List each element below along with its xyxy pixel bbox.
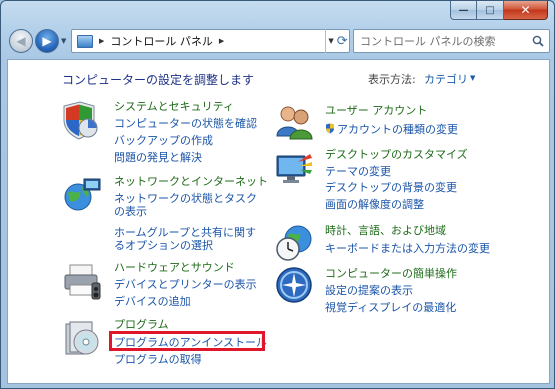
forward-button[interactable]: ▶	[35, 29, 59, 53]
view-by-dropdown[interactable]: カテゴリ	[424, 71, 468, 87]
search-icon[interactable]	[532, 35, 544, 47]
printer-icon	[64, 264, 101, 300]
address-dropdown-icon: ▼	[328, 37, 334, 45]
refresh-button[interactable]: ▼ ⟳	[325, 29, 350, 53]
category-title-programs[interactable]: プログラム	[114, 318, 169, 331]
control-panel-window: — □ ✕ ◀ ▶ ▼ ▶ コントロール パネル ▶ ▼ ⟳ コンピューターの設…	[0, 0, 555, 389]
category-title-clock-language-region[interactable]: 時計、言語、および地域	[325, 224, 446, 237]
refresh-icon: ⟳	[336, 33, 348, 49]
caption-buttons: — □ ✕	[450, 1, 548, 20]
link-homegroup-sharing[interactable]: ホームグループと共有に関するオプションの選択	[114, 226, 266, 252]
link-get-programs[interactable]: プログラムの取得	[114, 353, 202, 366]
clock-globe-icon	[276, 225, 312, 261]
link-change-account-type[interactable]: アカウントの種類の変更	[337, 123, 458, 136]
category-title-system-security[interactable]: システムとセキュリティ	[114, 100, 234, 113]
link-change-keyboard-input[interactable]: キーボードまたは入力方法の変更	[325, 242, 490, 255]
breadcrumb-control-panel[interactable]: コントロール パネル	[110, 33, 213, 49]
link-change-desktop-background[interactable]: デスクトップの背景の変更	[325, 181, 457, 194]
search-box[interactable]	[353, 29, 550, 53]
highlight-box	[109, 331, 265, 351]
close-button[interactable]: ✕	[504, 1, 548, 20]
desktop-personalization-icon	[276, 154, 312, 183]
link-add-device[interactable]: デバイスの追加	[114, 295, 191, 308]
search-input[interactable]	[360, 34, 532, 48]
breadcrumb-chevron-icon[interactable]: ▶	[99, 37, 104, 45]
uac-shield-icon	[326, 123, 334, 134]
link-devices-printers[interactable]: デバイスとプリンターの表示	[114, 278, 257, 291]
category-title-hardware-sound[interactable]: ハードウェアとサウンド	[114, 261, 235, 274]
category-title-user-accounts[interactable]: ユーザー アカウント	[325, 104, 427, 117]
network-globe-icon	[64, 178, 101, 211]
link-view-network-status[interactable]: ネットワークの状態とタスクの表示	[114, 192, 266, 218]
link-optimize-visual-display[interactable]: 視覚ディスプレイの最適化	[325, 301, 456, 314]
category-title-ease-of-access[interactable]: コンピューターの簡単操作	[325, 267, 457, 280]
link-adjust-resolution[interactable]: 画面の解像度の調整	[325, 198, 424, 211]
recent-pages-dropdown[interactable]: ▼	[61, 37, 66, 45]
address-bar[interactable]: ▶ コントロール パネル ▶	[71, 29, 350, 53]
category-title-network-internet[interactable]: ネットワークとインターネット	[114, 175, 268, 188]
link-change-account-type-row[interactable]: アカウントの種類の変更	[325, 123, 458, 136]
view-by-label: 表示方法:	[368, 73, 416, 86]
programs-disc-icon	[65, 321, 99, 355]
ease-of-access-icon	[276, 267, 312, 303]
minimize-button[interactable]: —	[450, 1, 477, 20]
shield-icon	[63, 101, 98, 140]
back-button[interactable]: ◀	[9, 29, 33, 53]
page-heading: コンピューターの設定を調整します	[62, 73, 255, 87]
control-panel-icon	[77, 34, 93, 48]
maximize-button[interactable]: □	[477, 1, 504, 20]
chevron-down-icon[interactable]: ▼	[470, 74, 475, 82]
content-pane: コンピューターの設定を調整します 表示方法: カテゴリ ▼ システムとセキュリテ…	[7, 59, 550, 384]
link-create-backup[interactable]: バックアップの作成	[114, 134, 213, 147]
category-title-desktop-customize[interactable]: デスクトップのカスタマイズ	[325, 148, 468, 161]
user-accounts-icon	[276, 106, 313, 140]
link-troubleshoot[interactable]: 問題の発見と解決	[114, 151, 202, 164]
navigation-bar: ◀ ▶ ▼ ▶ コントロール パネル ▶ ▼ ⟳	[7, 28, 550, 54]
link-suggested-settings[interactable]: 設定の提案の表示	[325, 284, 413, 297]
breadcrumb-chevron-icon[interactable]: ▶	[219, 37, 224, 45]
link-change-theme[interactable]: テーマの変更	[325, 165, 391, 178]
link-check-computer-status[interactable]: コンピューターの状態を確認	[114, 117, 257, 130]
